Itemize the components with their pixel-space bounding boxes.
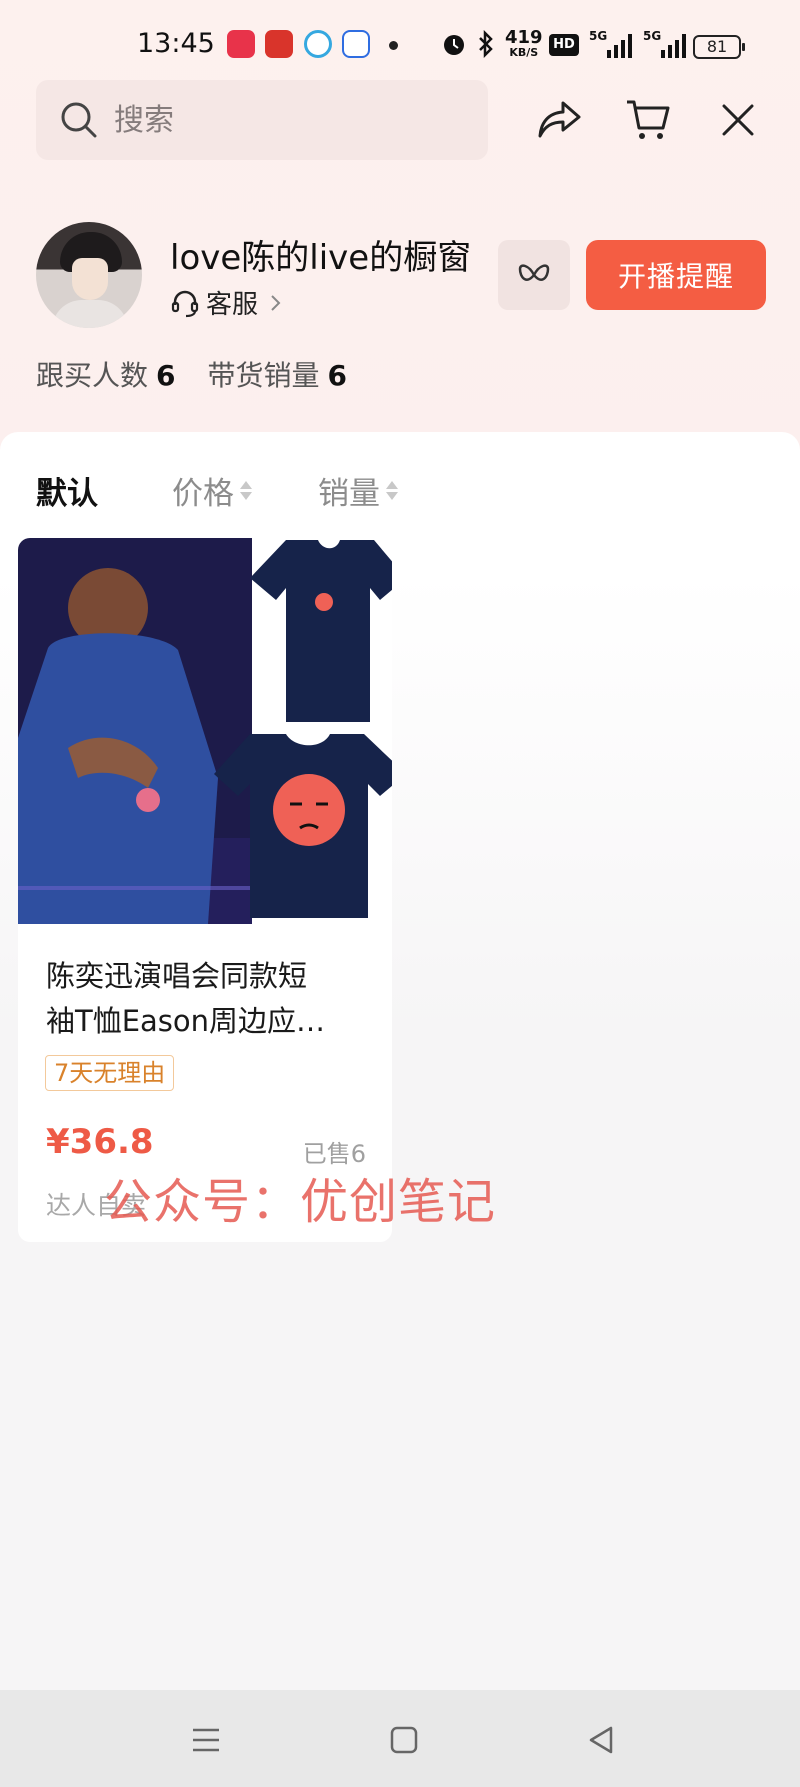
chevron-right-icon	[271, 294, 281, 311]
bow-icon	[518, 264, 550, 281]
more-notifications-dot	[389, 41, 398, 50]
app-notification-icon	[227, 30, 255, 58]
headset-icon	[171, 290, 199, 317]
sort-bar: 默认 价格 销量	[36, 468, 398, 513]
product-title-line2: 袖T恤Eason周边应…	[46, 1004, 326, 1038]
alarm-icon	[444, 35, 464, 55]
shop-header: love陈的live的橱窗 客服 开播提醒	[36, 222, 766, 330]
product-image	[18, 538, 392, 924]
home-button[interactable]	[376, 1712, 432, 1768]
svg-text:5G: 5G	[589, 29, 607, 43]
sort-arrows-icon	[386, 481, 398, 500]
followers-label: 跟买人数	[36, 359, 149, 392]
avatar-face	[72, 258, 108, 300]
sales-stat: 带货销量 6	[208, 354, 348, 394]
watermark-text: 公众号：优创笔记	[104, 1174, 497, 1230]
5g-signal-icon: 5G	[643, 29, 686, 58]
baidu-icon	[342, 30, 370, 58]
sales-label: 带货销量	[207, 359, 320, 392]
followers-value: 6	[156, 359, 176, 392]
shop-avatar[interactable]	[36, 222, 142, 328]
menu-icon	[193, 1728, 219, 1752]
net-speed: 419 KB/S	[505, 29, 543, 59]
share-icon	[538, 101, 581, 138]
sales-value: 6	[327, 359, 347, 392]
search-bar[interactable]	[36, 80, 488, 160]
sort-default-label: 默认	[36, 476, 98, 512]
back-triangle-icon	[589, 1726, 613, 1754]
system-navigation-bar	[0, 1690, 800, 1787]
product-panel: 默认 价格 销量 陈奕迅演唱会同款短 袖T恤Eason周边应… 7天无理由 ¥3…	[0, 432, 800, 1732]
product-price: ¥36.8	[46, 1122, 154, 1162]
shop-stats: 跟买人数 6 带货销量 6	[36, 354, 347, 394]
back-button[interactable]	[574, 1712, 630, 1768]
customer-service-label: 客服	[206, 290, 259, 320]
search-input[interactable]	[114, 102, 414, 138]
app-notification-icon	[304, 30, 332, 58]
brand-button[interactable]	[498, 240, 570, 310]
followers-stat: 跟买人数 6	[36, 354, 176, 394]
recent-apps-button[interactable]	[178, 1712, 234, 1768]
sort-sales-label: 销量	[318, 476, 380, 512]
status-time: 13:45	[137, 28, 215, 59]
cart-button[interactable]	[618, 90, 678, 150]
net-speed-unit: KB/S	[509, 46, 539, 59]
sort-price-label: 价格	[172, 476, 234, 512]
shop-name: love陈的live的橱窗	[170, 238, 472, 278]
return-policy-tag: 7天无理由	[45, 1055, 175, 1091]
status-bar: 13:45 419 KB/S HD 5G 5G 81	[0, 0, 800, 92]
close-icon	[722, 104, 754, 136]
battery-indicator: 81	[693, 35, 745, 59]
net-speed-value: 419	[505, 27, 543, 48]
product-title-line1: 陈奕迅演唱会同款短	[46, 959, 308, 993]
customer-service-link[interactable]: 客服	[170, 284, 284, 321]
product-title: 陈奕迅演唱会同款短 袖T恤Eason周边应…	[46, 954, 366, 1044]
live-reminder-button[interactable]: 开播提醒	[586, 240, 766, 310]
bluetooth-icon	[479, 30, 493, 58]
cart-icon	[627, 100, 670, 139]
svg-text:5G: 5G	[643, 29, 661, 43]
app-notification-icon	[265, 30, 293, 58]
5g-signal-icon: 5G	[589, 29, 632, 58]
close-button[interactable]	[708, 90, 768, 150]
square-icon	[390, 1726, 418, 1754]
sort-arrows-icon	[240, 481, 252, 500]
hd-icon: HD	[549, 34, 579, 56]
search-icon	[61, 102, 97, 138]
product-card[interactable]: 陈奕迅演唱会同款短 袖T恤Eason周边应… 7天无理由 ¥36.8 已售6 达…	[18, 538, 392, 1242]
sort-default-tab[interactable]: 默认	[36, 468, 98, 513]
sort-sales-tab[interactable]: 销量	[318, 468, 398, 513]
sort-price-tab[interactable]: 价格	[172, 468, 252, 513]
share-button[interactable]	[530, 90, 590, 150]
avatar-shirt	[52, 300, 128, 328]
